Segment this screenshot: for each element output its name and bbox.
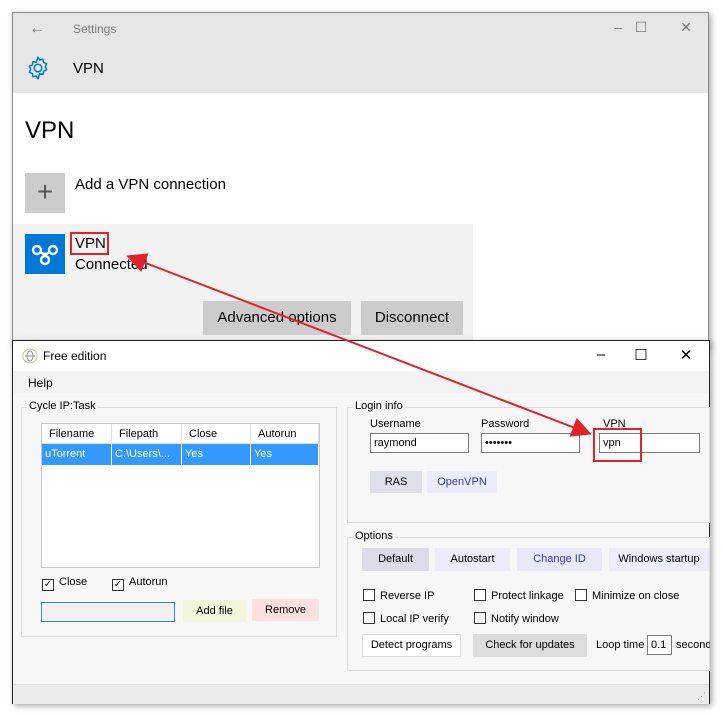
- tab-autostart[interactable]: Autostart: [435, 548, 510, 571]
- minimize-on-close-checkbox[interactable]: Minimize on close: [575, 589, 679, 602]
- detect-programs-button[interactable]: Detect programs: [362, 634, 461, 657]
- cell-filename: uTorrent: [42, 444, 112, 465]
- back-arrow-icon[interactable]: ←: [29, 20, 45, 38]
- local-ip-verify-label: Local IP verify: [380, 613, 449, 625]
- close-checkbox-label: Close: [59, 576, 88, 588]
- file-path-input[interactable]: [41, 602, 175, 622]
- autorun-checkbox-label: Autorun: [129, 576, 168, 588]
- protect-linkage-checkbox[interactable]: Protect linkage: [474, 589, 564, 602]
- notify-window-label: Notify window: [491, 613, 559, 625]
- notify-window-checkbox[interactable]: Notify window: [474, 612, 559, 625]
- openvpn-button[interactable]: OpenVPN: [427, 471, 497, 493]
- status-bar: ⋰: [13, 684, 709, 704]
- minimize-button[interactable]: –: [608, 19, 628, 35]
- cell-autorun: Yes: [251, 444, 319, 465]
- username-input[interactable]: [370, 433, 469, 453]
- app-close-button[interactable]: ✕: [676, 346, 696, 364]
- vpn-icon: [25, 234, 65, 274]
- tab-change-id[interactable]: Change ID: [517, 548, 602, 571]
- app-window-title: Free edition: [43, 349, 107, 363]
- username-label: Username: [370, 418, 421, 430]
- local-ip-verify-checkbox[interactable]: Local IP verify: [363, 612, 449, 625]
- app-client-area: Help Cycle IP:Task Filename Filepath Clo…: [13, 371, 710, 704]
- menu-bar: Help: [13, 371, 709, 393]
- highlight-box-vpn-field: [593, 428, 642, 462]
- column-close[interactable]: Close: [182, 424, 251, 443]
- app-titlebar: Free edition – ☐ ✕: [13, 341, 709, 371]
- settings-titlebar: ← Settings – ☐ ✕: [13, 13, 708, 45]
- column-filepath[interactable]: Filepath: [112, 424, 182, 443]
- remove-button[interactable]: Remove: [252, 599, 319, 621]
- protect-linkage-label: Protect linkage: [491, 590, 564, 602]
- maximize-button[interactable]: ☐: [631, 19, 651, 36]
- free-edition-window: Free edition – ☐ ✕ Help Cycle IP:Task Fi…: [12, 340, 710, 704]
- loop-time-unit: second: [676, 639, 710, 651]
- password-label: Password: [481, 418, 530, 430]
- checkbox-box: [474, 589, 486, 601]
- close-checkbox[interactable]: ✓ Close: [42, 576, 87, 591]
- page-title: VPN: [25, 117, 75, 144]
- vpn-connection-status: Connected: [75, 256, 148, 273]
- app-logo-icon: [22, 348, 38, 364]
- resize-grip-icon[interactable]: ⋰: [697, 691, 706, 702]
- options-legend: Options: [353, 530, 395, 542]
- menu-help[interactable]: Help: [28, 376, 53, 390]
- tab-windows-startup[interactable]: Windows startup: [609, 548, 709, 571]
- column-autorun[interactable]: Autorun: [251, 424, 319, 443]
- task-table[interactable]: Filename Filepath Close Autorun uTorrent…: [41, 423, 320, 568]
- cycle-ip-legend: Cycle IP:Task: [27, 400, 98, 412]
- autorun-checkbox[interactable]: ✓ Autorun: [112, 576, 168, 591]
- header-title: VPN: [73, 60, 104, 77]
- app-minimize-button[interactable]: –: [591, 346, 611, 363]
- settings-window-title: Settings: [73, 22, 117, 36]
- close-button[interactable]: ✕: [676, 19, 696, 36]
- advanced-options-button[interactable]: Advanced options: [203, 301, 351, 335]
- loop-time-input[interactable]: [647, 635, 672, 655]
- minimize-on-close-label: Minimize on close: [592, 590, 680, 602]
- loop-time-label: Loop time: [596, 639, 645, 651]
- ras-button[interactable]: RAS: [370, 471, 422, 493]
- disconnect-button[interactable]: Disconnect: [361, 301, 463, 335]
- login-info-legend: Login info: [353, 400, 405, 412]
- add-vpn-connection-label: Add a VPN connection: [75, 176, 226, 193]
- check-for-updates-button[interactable]: Check for updates: [473, 634, 587, 657]
- settings-window: ← Settings – ☐ ✕ VPN VPN + Add a VPN con…: [12, 12, 709, 348]
- plus-icon: +: [25, 173, 65, 213]
- gear-icon: [28, 56, 48, 80]
- checkmark-icon: ✓: [42, 579, 54, 591]
- tab-default[interactable]: Default: [362, 548, 429, 571]
- vpn-connection-item[interactable]: VPN Connected Advanced options Disconnec…: [13, 224, 473, 348]
- reverse-ip-checkbox[interactable]: Reverse IP: [363, 589, 434, 602]
- cell-filepath: C:\Users\...: [112, 444, 182, 465]
- checkbox-box: [363, 612, 375, 624]
- cell-close: Yes: [182, 444, 251, 465]
- checkbox-box: [363, 589, 375, 601]
- reverse-ip-label: Reverse IP: [380, 590, 435, 602]
- table-row[interactable]: uTorrent C:\Users\... Yes Yes: [42, 444, 319, 465]
- task-table-header: Filename Filepath Close Autorun: [42, 424, 319, 444]
- checkbox-box: [575, 589, 587, 601]
- add-file-button[interactable]: Add file: [183, 600, 246, 622]
- checkbox-box: [474, 612, 486, 624]
- highlight-box-vpn-name: [70, 232, 109, 255]
- password-input[interactable]: [481, 433, 580, 453]
- checkmark-icon: ✓: [112, 579, 124, 591]
- column-filename[interactable]: Filename: [42, 424, 112, 443]
- settings-header: VPN: [13, 45, 708, 93]
- app-maximize-button[interactable]: ☐: [631, 346, 651, 364]
